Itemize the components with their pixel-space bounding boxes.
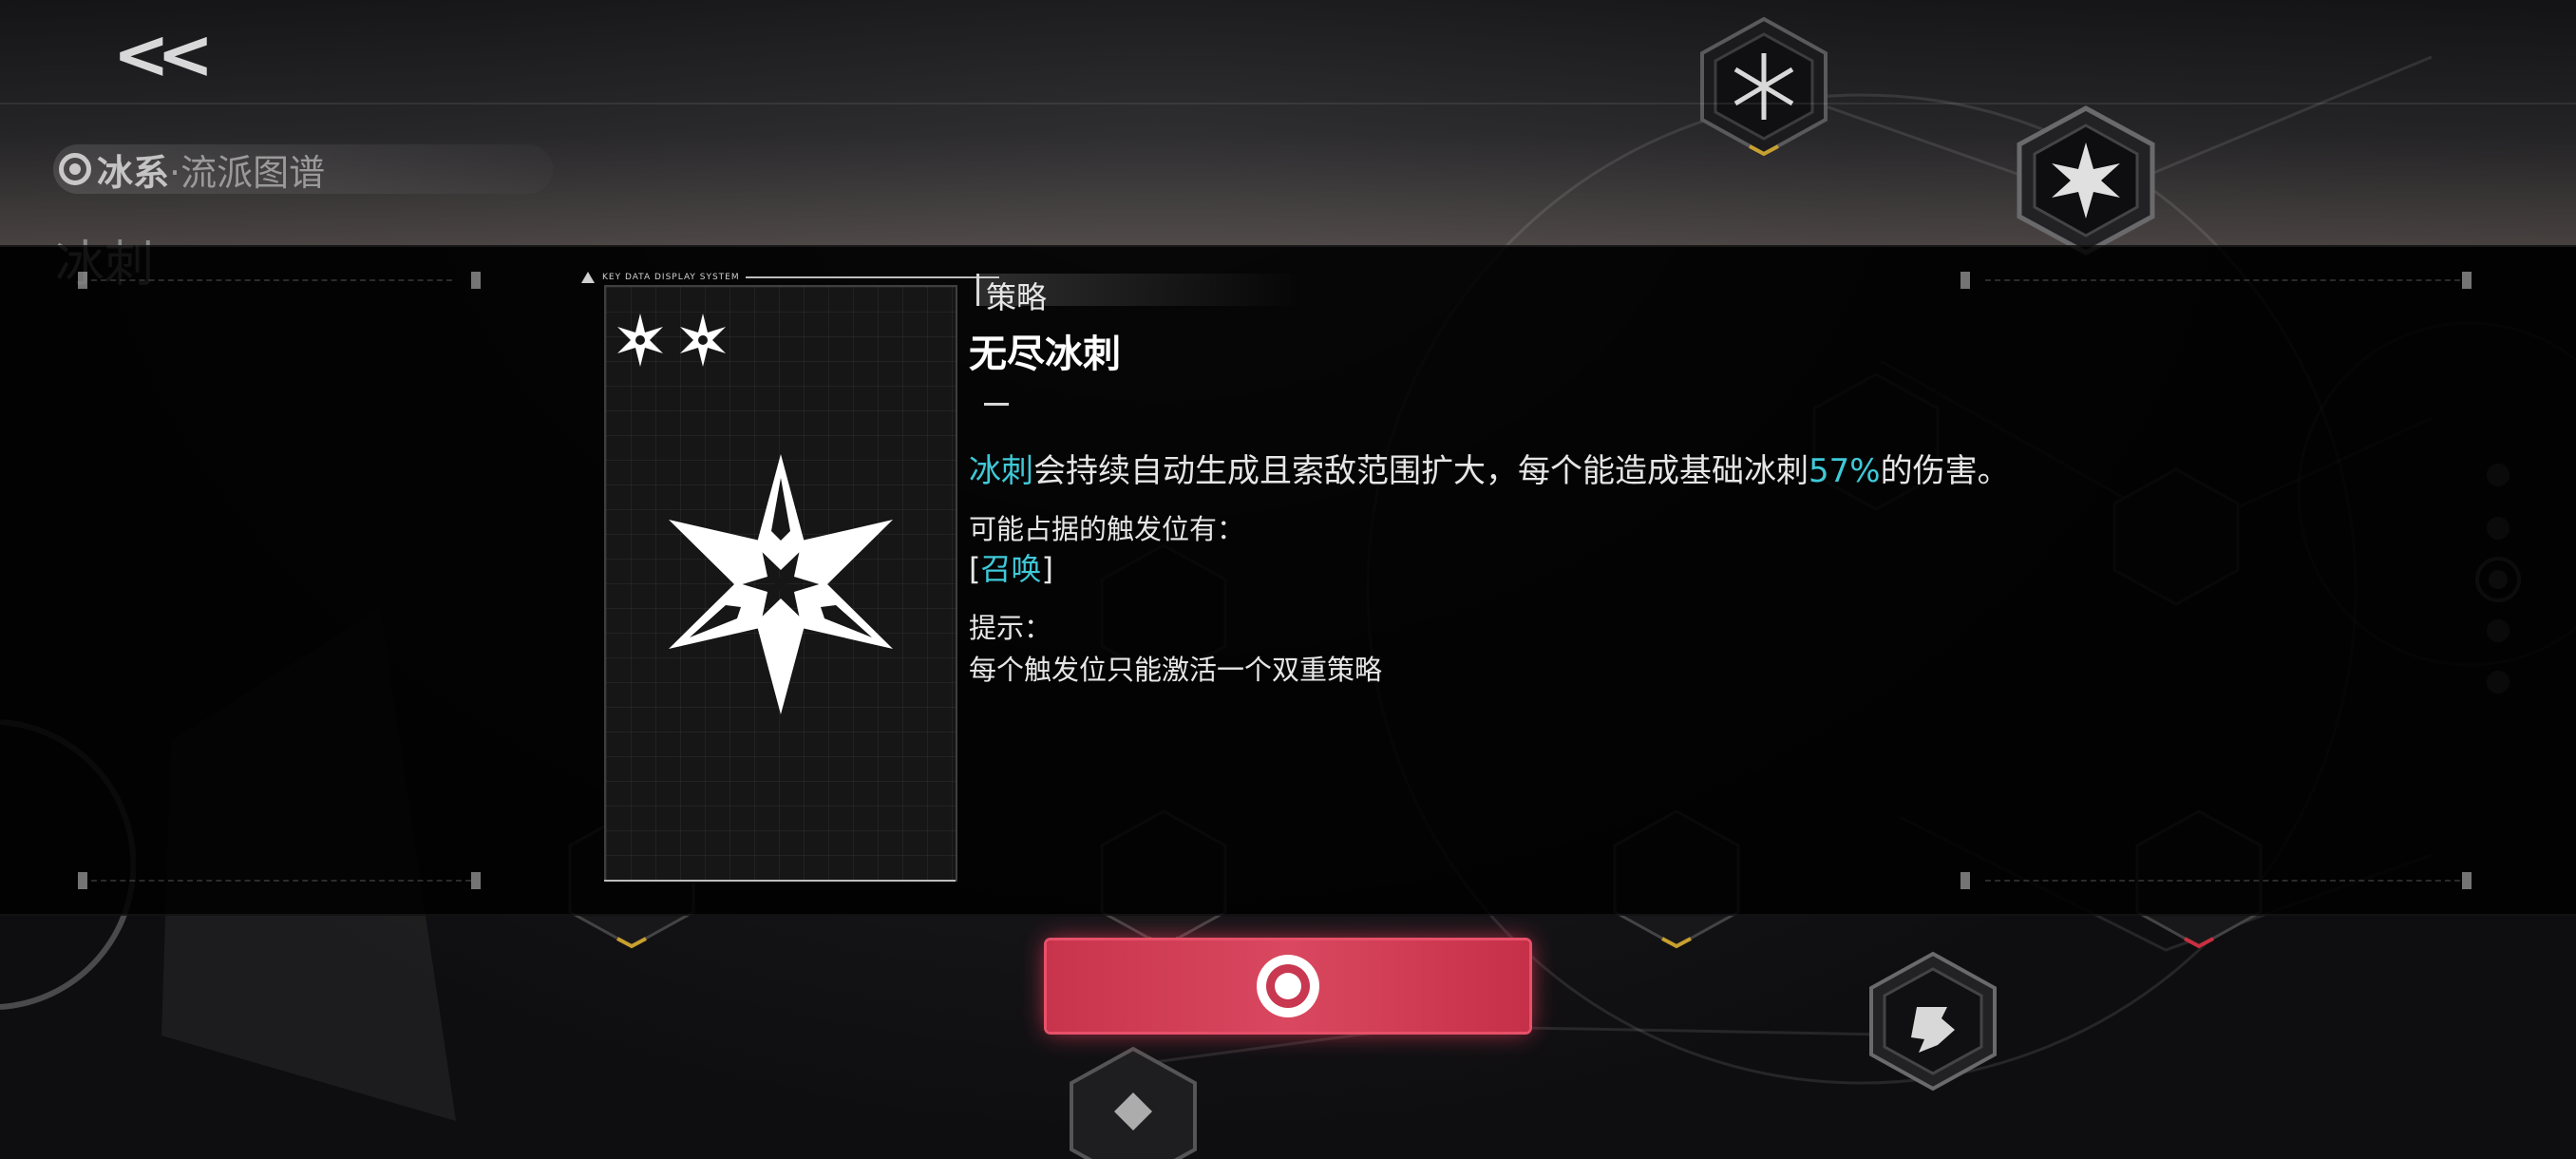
corner-mark [2462,272,2472,289]
skill-node-bottom[interactable] [1062,1045,1204,1159]
corner-mark [1960,272,1970,289]
divider [91,279,452,281]
breadcrumb-main: 冰系 [97,151,170,194]
divider [91,880,471,882]
triangle-icon [581,272,595,283]
star-icon [617,314,726,367]
corner-mark [78,872,87,889]
title-dash [984,403,1009,406]
trigger-slots: [召唤] [969,551,1053,587]
breadcrumb-sub: ·流派图谱 [169,151,326,194]
header-divider [0,103,2576,104]
rarity-stars [617,314,726,367]
confirm-button[interactable] [1047,940,1529,1032]
strategy-description: 冰刺会持续自动生成且索敌范围扩大，每个能造成基础冰刺57%的伤害。 [969,445,2010,491]
corner-mark [2462,872,2472,889]
breadcrumb: 冰系 ·流派图谱 [53,144,553,194]
card-header-text: KEY DATA DISPLAY SYSTEM [602,273,740,282]
ice-star-icon [669,454,893,714]
skill-node-ice-star[interactable] [2010,104,2162,256]
target-dot-icon [59,153,91,185]
hint-text: 每个触发位只能激活一个双重策略 [969,654,1383,686]
trigger-slot-summon: 召唤 [980,551,1042,587]
desc-end: 的伤害。 [1880,452,2010,490]
desc-keyword: 冰刺 [969,452,1033,490]
corner-mark [471,872,481,889]
corner-mark [471,272,481,289]
skill-node-runner[interactable] [1862,950,2004,1092]
back-button[interactable]: << [104,14,215,94]
detail-panel [0,245,2576,916]
divider [1985,279,2460,281]
trigger-label: 可能占据的触发位有： [969,513,1245,545]
corner-mark [78,272,87,289]
desc-text: 会持续自动生成且索敌范围扩大，每个能造成基础冰刺 [1033,452,1809,490]
target-icon [1257,955,1319,1017]
card-header: KEY DATA DISPLAY SYSTEM [581,272,999,283]
card-footer-line [604,880,956,885]
hint-label: 提示： [969,612,1052,644]
strategy-name: 无尽冰刺 [969,332,1121,376]
divider [1985,880,2460,882]
corner-mark [1960,872,1970,889]
desc-percent: 57% [1809,452,1881,490]
skill-node-snowflake[interactable] [1693,15,1835,158]
type-label: 策略 [986,279,1048,315]
